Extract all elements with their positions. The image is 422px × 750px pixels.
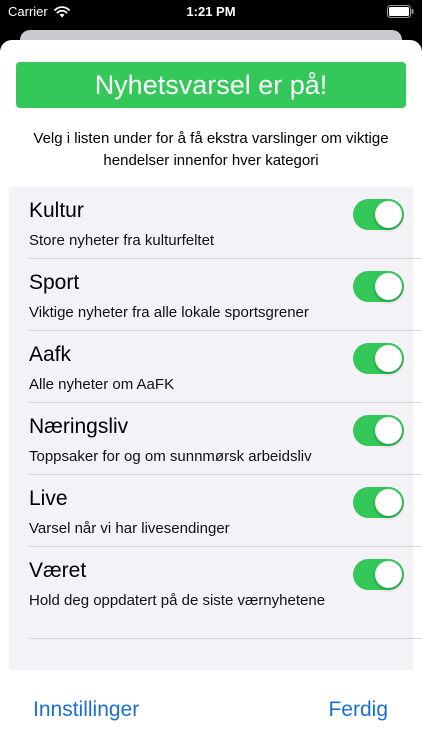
done-button[interactable]: Ferdig xyxy=(328,698,388,722)
notification-status-banner: Nyhetsvarsel er på! xyxy=(16,62,406,108)
category-row-live: Live Varsel når vi har livesendinger xyxy=(29,475,422,547)
category-row-aafk: Aafk Alle nyheter om AaFK xyxy=(29,331,422,403)
naeringsliv-toggle[interactable] xyxy=(353,415,404,446)
toggle-knob xyxy=(375,489,402,516)
toggle-knob xyxy=(375,561,402,588)
category-row-sport: Sport Viktige nyheter fra alle lokale sp… xyxy=(29,259,422,331)
toggle-knob xyxy=(375,273,402,300)
category-title: Næringsliv xyxy=(29,415,129,438)
category-subtitle: Toppsaker for og om sunnmørsk arbeidsliv xyxy=(29,448,312,465)
live-toggle[interactable] xyxy=(353,487,404,518)
sport-toggle[interactable] xyxy=(353,271,404,302)
battery-icon xyxy=(387,5,414,21)
settings-button[interactable]: Innstillinger xyxy=(33,698,139,722)
category-subtitle: Viktige nyheter fra alle lokale sportsgr… xyxy=(29,304,309,321)
category-title: Sport xyxy=(29,271,80,294)
toggle-knob xyxy=(375,417,402,444)
kultur-toggle[interactable] xyxy=(353,199,404,230)
category-subtitle: Store nyheter fra kulturfeltet xyxy=(29,232,215,249)
category-row-kultur: Kultur Store nyheter fra kulturfeltet xyxy=(29,187,422,259)
category-row-vaeret: Været Hold deg oppdatert på de siste vær… xyxy=(29,547,422,639)
toggle-knob xyxy=(375,345,402,372)
status-bar: Carrier 1:21 PM xyxy=(0,0,422,26)
instructions-text: Velg i listen under for å få ekstra vars… xyxy=(33,130,389,169)
vaeret-toggle[interactable] xyxy=(353,559,404,590)
row-divider xyxy=(29,638,422,639)
category-list: Kultur Store nyheter fra kulturfeltet Sp… xyxy=(9,187,422,670)
screen: Carrier 1:21 PM Nyhetsvarsel er på! Velg… xyxy=(0,0,422,750)
toggle-knob xyxy=(375,201,402,228)
category-subtitle: Hold deg oppdatert på de siste værnyhete… xyxy=(29,592,326,609)
aafk-toggle[interactable] xyxy=(353,343,404,374)
status-time: 1:21 PM xyxy=(186,4,236,19)
category-title: Kultur xyxy=(29,199,84,222)
category-row-naeringsliv: Næringsliv Toppsaker for og om sunnmørsk… xyxy=(29,403,422,475)
category-title: Live xyxy=(29,487,68,510)
category-subtitle: Alle nyheter om AaFK xyxy=(29,376,175,393)
notification-settings-sheet: Nyhetsvarsel er på! Velg i listen under … xyxy=(0,40,422,750)
category-subtitle: Varsel når vi har livesendinger xyxy=(29,520,230,537)
category-title: Aafk xyxy=(29,343,72,366)
category-title: Været xyxy=(29,559,87,582)
